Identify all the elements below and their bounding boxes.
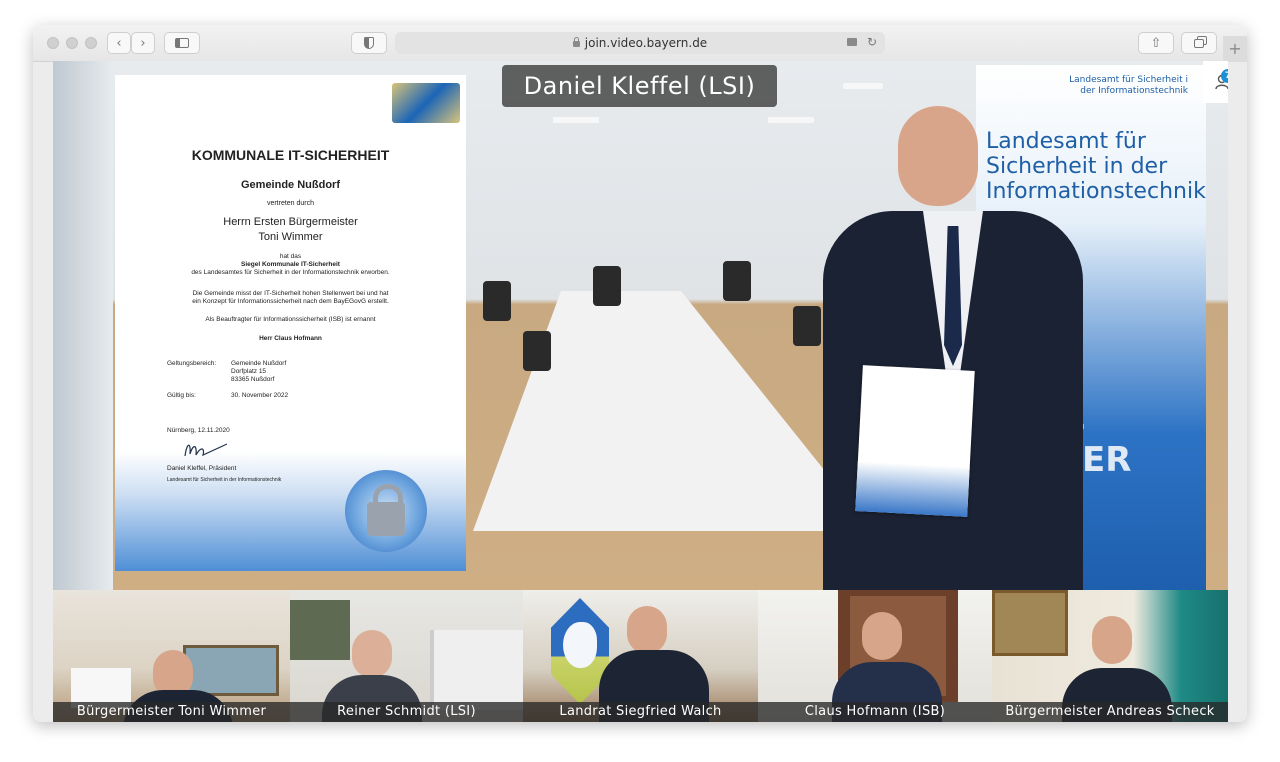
lock-icon: [572, 37, 580, 47]
minimize-window-button[interactable]: [66, 37, 78, 49]
participants-button[interactable]: 7: [1203, 61, 1228, 103]
forward-button[interactable]: ›: [131, 32, 155, 54]
participant-name: Bürgermeister Andreas Scheck: [992, 702, 1228, 722]
shield-icon: [364, 37, 374, 49]
chevron-right-icon: ›: [140, 35, 146, 51]
security-lock-seal-icon: [345, 470, 427, 552]
share-icon: ⇧: [1150, 35, 1162, 51]
camera-icon[interactable]: [847, 38, 858, 46]
participant-thumbnails: Bürgermeister Toni Wimmer Reiner Schmidt…: [53, 590, 1228, 722]
participant-name: Landrat Siegfried Walch: [523, 702, 758, 722]
speaker-person: [823, 101, 1083, 590]
participant-tile[interactable]: Bürgermeister Toni Wimmer: [53, 590, 290, 722]
bavarian-coat-of-arms-icon: [392, 83, 460, 123]
speaker-name-label: Daniel Kleffel (LSI): [502, 65, 777, 107]
back-button[interactable]: ‹: [107, 32, 131, 54]
window-blinds: [53, 61, 113, 590]
participant-name: Reiner Schmidt (LSI): [290, 702, 523, 722]
certificate-title: KOMMUNALE IT-SICHERHEIT: [191, 147, 390, 163]
share-button[interactable]: ⇧: [1138, 32, 1174, 54]
participant-tile[interactable]: Bürgermeister Andreas Scheck: [992, 590, 1228, 722]
sidebar-icon: [175, 38, 189, 48]
close-window-button[interactable]: [47, 37, 59, 49]
main-speaker-video[interactable]: Landesamt für Sicherheit i der Informati…: [53, 61, 1228, 590]
video-conference: Landesamt für Sicherheit i der Informati…: [53, 61, 1228, 722]
tabs-icon: [1194, 38, 1204, 48]
participant-tile[interactable]: Reiner Schmidt (LSI): [290, 590, 523, 722]
address-bar[interactable]: join.video.bayern.de ↻: [395, 32, 885, 54]
new-tab-button[interactable]: +: [1223, 36, 1247, 62]
sidebar-button[interactable]: [164, 32, 200, 54]
chevron-left-icon: ‹: [116, 35, 122, 51]
certificate-document: KOMMUNALE IT-SICHERHEIT Gemeinde Nußdorf…: [115, 75, 466, 571]
privacy-report-button[interactable]: [351, 32, 387, 54]
browser-window: ‹ › join.video.bayern.de ↻ ⇧ + Landesamt…: [33, 25, 1247, 722]
zoom-window-button[interactable]: [85, 37, 97, 49]
participant-name: Claus Hofmann (ISB): [758, 702, 992, 722]
url-text: join.video.bayern.de: [584, 36, 708, 50]
participant-name: Bürgermeister Toni Wimmer: [53, 702, 290, 722]
participant-tile[interactable]: Landrat Siegfried Walch: [523, 590, 758, 722]
reload-icon[interactable]: ↻: [867, 35, 877, 49]
held-certificate: [855, 365, 975, 517]
browser-toolbar: ‹ › join.video.bayern.de ↻ ⇧: [33, 25, 1247, 62]
plus-icon: +: [1228, 39, 1242, 58]
tab-overview-button[interactable]: [1181, 32, 1217, 54]
participant-tile[interactable]: Claus Hofmann (ISB): [758, 590, 992, 722]
signature-graphic: [184, 443, 228, 457]
participant-count-badge: 7: [1221, 69, 1228, 83]
